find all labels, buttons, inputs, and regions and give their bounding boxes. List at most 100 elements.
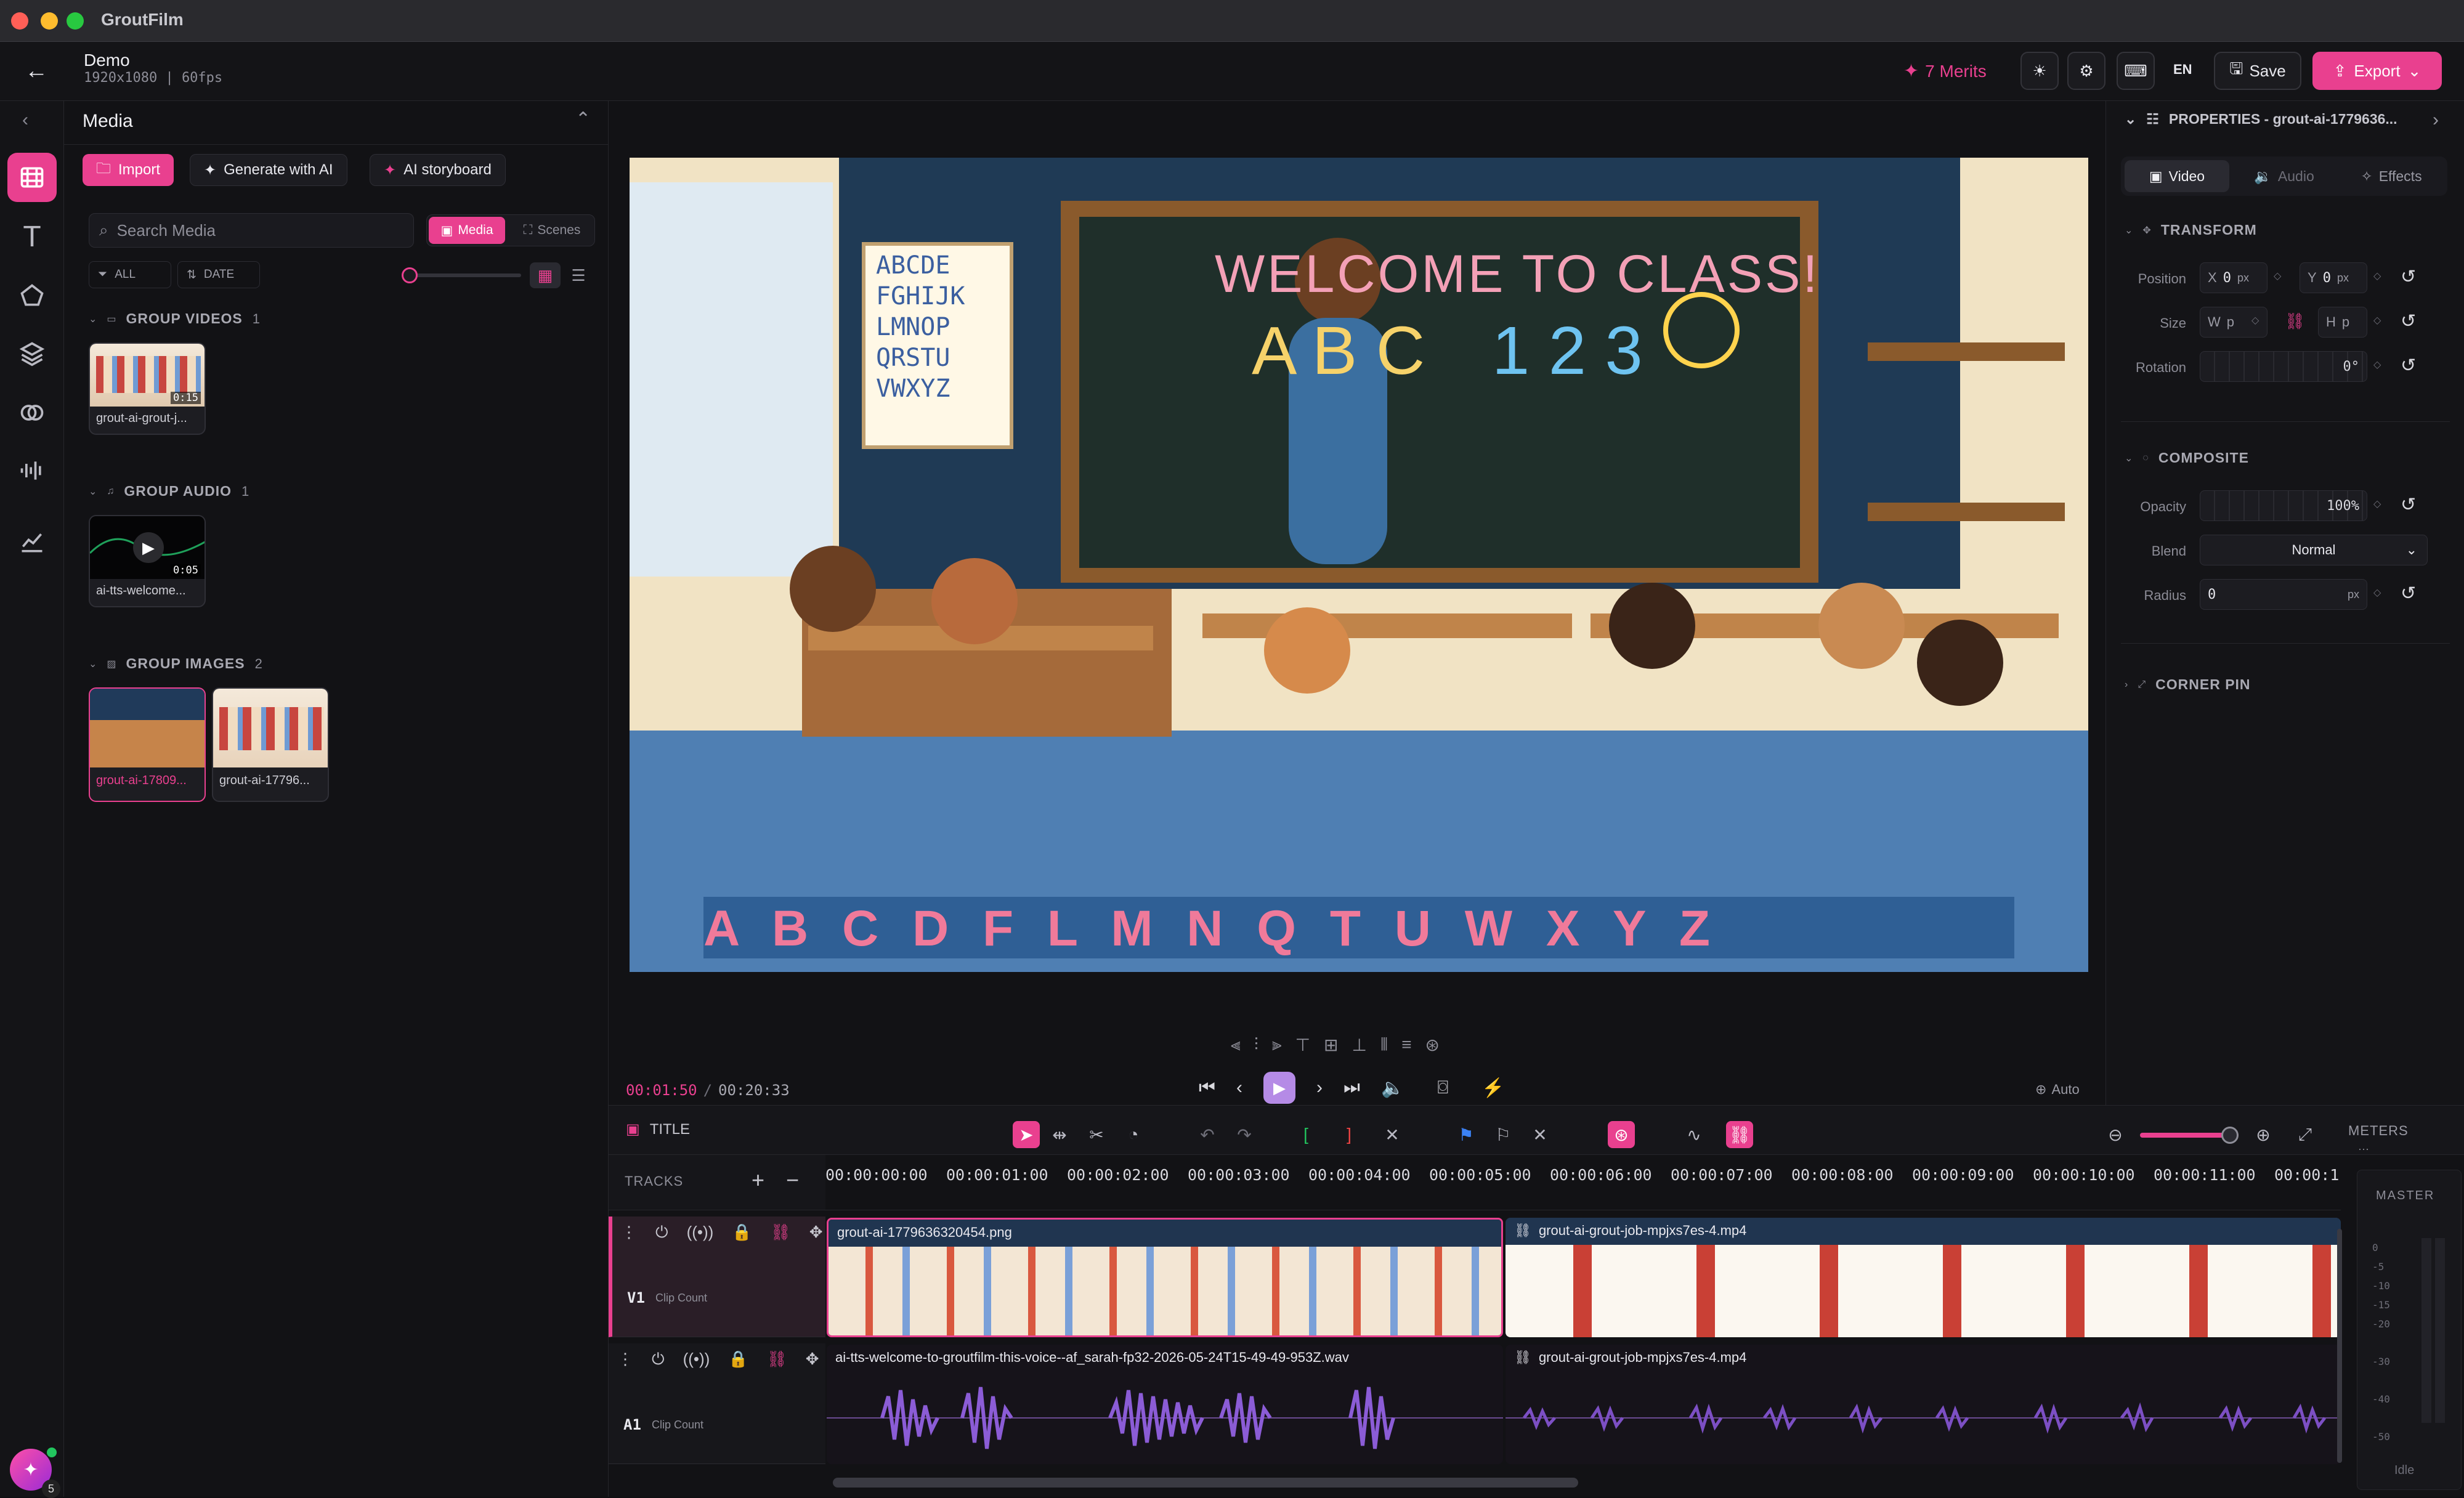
skip-start-icon[interactable]: ⏮ [1199,1077,1215,1098]
align-right-icon[interactable]: ⫸ [1272,1035,1282,1055]
play-button[interactable]: ▶ [1263,1072,1295,1104]
ai-storyboard-button[interactable]: ✦ AI storyboard [370,154,506,186]
language-button[interactable]: EN [2173,62,2192,78]
layers-tool-icon[interactable] [7,329,57,378]
slider-handle[interactable] [402,267,418,283]
zoom-window-button[interactable] [67,12,84,30]
step-back-icon[interactable]: ‹ [1236,1077,1242,1098]
media-item-image[interactable]: grout-ai-17796... [212,687,329,802]
tab-scenes[interactable]: ⛶ Scenes [513,217,591,244]
speed-icon[interactable]: ◔ [1120,1121,1147,1148]
move-icon[interactable]: ✥ [809,1223,823,1242]
group-images-header[interactable]: ⌄ ▨ GROUP IMAGES 2 [89,655,262,672]
zoom-out-icon[interactable]: ⊖ [2102,1121,2129,1148]
audio-tool-icon[interactable] [7,446,57,495]
drag-handle-icon[interactable]: ⋮ [617,1350,633,1369]
media-tool-icon[interactable] [7,153,57,202]
sort-date-button[interactable]: ⇅ DATE [177,261,260,288]
generate-with-ai-button[interactable]: ✦ Generate with AI [190,154,347,186]
drag-handle-icon[interactable]: ⋮ [621,1223,637,1242]
tab-media[interactable]: ▣ Media [429,217,505,244]
mark-out-icon[interactable]: ] [1335,1121,1363,1148]
keyframe-diamond-icon[interactable]: ◇ [2274,270,2281,282]
keyboard-shortcuts-button[interactable]: ⌨ [2117,52,2155,90]
skip-end-icon[interactable]: ⏭ [1343,1077,1360,1098]
corner-pin-section-header[interactable]: › ⤢ CORNER PIN [2125,676,2251,693]
import-button[interactable]: 🗀 Import [83,154,174,186]
merits-button[interactable]: ✦ 7 Merits [1903,60,1987,82]
undo-icon[interactable]: ↶ [1194,1121,1221,1148]
chevron-up-icon[interactable]: ⌃ [575,108,591,130]
search-input[interactable]: ⌕ Search Media [89,213,414,248]
tab-video[interactable]: ▣ Video [2125,160,2229,192]
zoom-auto-button[interactable]: ⊕ Auto [2035,1082,2080,1098]
play-icon[interactable]: ▶ [133,532,164,563]
close-window-button[interactable] [11,12,28,30]
align-left-icon[interactable]: ⫷ [1231,1035,1241,1055]
keyframe-diamond-icon[interactable]: ◇ [2373,586,2381,599]
timeline-vertical-scrollbar[interactable] [2337,1229,2342,1463]
export-button[interactable]: ⇪ Export ⌄ [2312,52,2442,90]
timeline-clip-image[interactable]: grout-ai-1779636320454.png [827,1218,1503,1337]
preview-canvas[interactable]: WELCOME TO CLASS! A B C 1 2 3 ABCDE FGHI… [630,158,2088,972]
add-track-icon[interactable]: + [752,1167,764,1193]
scissors-icon[interactable]: ✂ [1083,1121,1110,1148]
opacity-input[interactable]: 100% [2200,490,2367,521]
chevron-right-icon[interactable]: › [2433,110,2439,131]
zoom-slider-handle[interactable] [2221,1127,2239,1144]
reset-icon[interactable]: ↺ [2401,494,2416,516]
settings-button[interactable]: ⚙ [2067,52,2105,90]
waveform-icon[interactable]: ∿ [1680,1121,1708,1148]
keyframe-diamond-icon[interactable]: ◇ [2373,498,2381,510]
timeline-scrollbar[interactable] [833,1478,1578,1488]
tab-audio[interactable]: 🔉 Audio [2232,160,2336,192]
align-top-icon[interactable]: ⊤ [1295,1035,1310,1055]
timeline-clip-video[interactable]: ⛓ grout-ai-grout-job-mpjxs7es-4.mp4 [1506,1218,2341,1337]
clear-markers-icon[interactable]: ✕ [1526,1121,1554,1148]
reset-icon[interactable]: ↺ [2401,583,2416,604]
move-icon[interactable]: ✥ [806,1350,819,1369]
link-icon[interactable]: ⛓ [771,1223,791,1242]
remove-track-icon[interactable]: − [786,1167,799,1193]
redo-icon[interactable]: ↷ [1231,1121,1258,1148]
keyframe-diamond-icon[interactable]: ◇ [2373,358,2381,371]
select-tool-icon[interactable]: ➤ [1013,1121,1040,1148]
snapshot-camera-icon[interactable]: ⌼ [1437,1077,1448,1098]
snap-magnet-icon[interactable]: ⊛ [1608,1121,1635,1148]
reset-icon[interactable]: ↺ [2401,266,2416,288]
text-tool-icon[interactable]: T [7,212,57,261]
media-item-image-selected[interactable]: grout-ai-17809... [89,687,206,802]
size-h-input[interactable]: Hp [2318,307,2367,338]
align-bottom-icon[interactable]: ⊥ [1352,1035,1366,1055]
power-icon[interactable]: ⏻ [655,1223,668,1242]
link-clips-icon[interactable]: ⛓ [1726,1121,1753,1148]
filter-all-button[interactable]: ⏷ ALL [89,261,171,288]
lock-icon[interactable]: 🔒 [732,1223,752,1242]
composite-section-header[interactable]: ⌄ ◌ COMPOSITE [2125,450,2249,466]
split-tool-icon[interactable]: ⇹ [1046,1121,1073,1148]
magnet-icon[interactable]: ⊛ [1425,1035,1440,1055]
group-audio-header[interactable]: ⌄ ♫ GROUP AUDIO 1 [89,483,249,500]
more-icon[interactable]: ··· [2358,1143,2369,1156]
media-item-video[interactable]: 0:15 grout-ai-grout-j... [89,342,206,435]
grid-view-icon[interactable]: ▦ [530,262,561,288]
timeline-clip-video-audio[interactable]: ⛓ grout-ai-grout-job-mpjxs7es-4.mp4 [1506,1345,2341,1464]
broadcast-icon[interactable]: ((•)) [687,1223,714,1242]
minimize-window-button[interactable] [41,12,58,30]
shapes-tool-icon[interactable] [7,271,57,320]
timeline-clip-audio[interactable]: ai-tts-welcome-to-groutfilm-this-voice--… [827,1345,1503,1464]
media-item-audio[interactable]: ▶ 0:05 ai-tts-welcome... [89,515,206,607]
blend-select[interactable]: Normal ⌄ [2200,535,2428,565]
fullscreen-icon[interactable]: ⤢ [2292,1121,2319,1148]
transform-section-header[interactable]: ⌄ ✥ TRANSFORM [2125,222,2257,238]
keyframe-diamond-icon[interactable]: ◇ [2373,314,2381,326]
link-aspect-icon[interactable]: ⛓ [2285,312,2305,331]
track-header-a1[interactable]: ⋮ ⏻ ((•)) 🔒 ⛓ ✥ A1 Clip Count [609,1343,825,1464]
position-x-input[interactable]: X 0 px [2200,262,2267,293]
thumbnail-size-slider[interactable] [407,273,521,277]
radius-input[interactable]: 0 px [2200,579,2367,610]
reset-icon[interactable]: ↺ [2401,310,2416,332]
chevron-down-icon[interactable]: ⌄ [2125,111,2136,128]
clear-marks-icon[interactable]: ✕ [1379,1121,1406,1148]
distribute-v-icon[interactable]: ≡ [1401,1035,1411,1055]
